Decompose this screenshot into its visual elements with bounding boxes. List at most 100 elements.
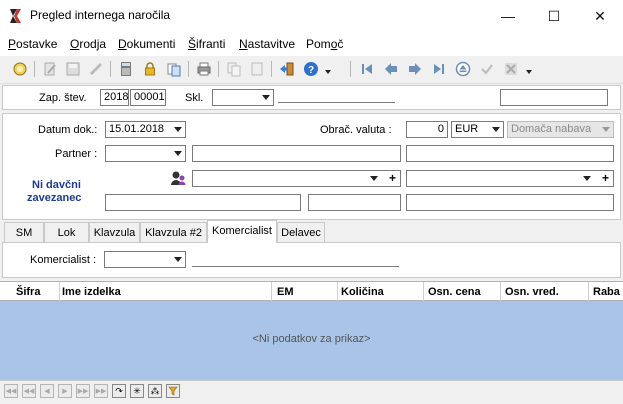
- partner-code-select[interactable]: [105, 145, 186, 162]
- edit-icon[interactable]: [40, 59, 60, 79]
- column-divider[interactable]: [337, 282, 338, 301]
- last-record-icon[interactable]: [429, 59, 449, 79]
- column-divider[interactable]: [423, 282, 424, 301]
- column-divider[interactable]: [59, 282, 60, 301]
- nav-first-icon[interactable]: ◀◀: [4, 384, 18, 398]
- menu-nastavitve[interactable]: Nastavitve: [239, 37, 295, 51]
- column-header-ime-izdelka[interactable]: Ime izdelka: [62, 286, 121, 298]
- column-divider[interactable]: [271, 282, 272, 301]
- nav-refresh-icon[interactable]: ↷: [112, 384, 126, 398]
- minimize-button[interactable]: —: [485, 0, 531, 32]
- menu-sifranti[interactable]: Šifranti: [188, 37, 225, 51]
- tab-klavzula-2[interactable]: Klavzula #2: [140, 222, 207, 242]
- close-icon: ✕: [594, 7, 606, 24]
- komercialist-name-field: [192, 253, 399, 267]
- contact-select-2[interactable]: +: [406, 170, 614, 187]
- toolbar-separator: [110, 61, 111, 77]
- nav-filter-icon[interactable]: [166, 384, 180, 398]
- komercialist-label: Komercialist :: [30, 254, 97, 266]
- column-divider[interactable]: [588, 282, 589, 301]
- title-bar: Pregled internega naročila — ☐ ✕: [0, 0, 623, 32]
- tab-komercialist[interactable]: Komercialist: [207, 220, 277, 243]
- zap-number-field[interactable]: 00001: [130, 89, 166, 106]
- nabava-select[interactable]: Domača nabava: [507, 121, 614, 138]
- toolbar-separator: [218, 61, 219, 77]
- tab-delavec[interactable]: Delavec: [277, 222, 325, 242]
- close-button[interactable]: ✕: [577, 0, 623, 32]
- tab-sm[interactable]: SM: [4, 222, 44, 242]
- column-header-sifra[interactable]: Šifra: [16, 286, 40, 298]
- nav-next-page-icon[interactable]: ▶▶: [76, 384, 90, 398]
- valuta-label: Obrač. valuta :: [320, 124, 392, 136]
- lock-icon[interactable]: [140, 59, 160, 79]
- paste-icon[interactable]: [247, 59, 267, 79]
- chevron-down-icon: [262, 95, 270, 100]
- partner-name-field[interactable]: [192, 145, 401, 162]
- nav-prev-icon[interactable]: ◀: [40, 384, 54, 398]
- menu-orodja[interactable]: Orodja: [70, 37, 106, 51]
- contact-select-1[interactable]: +: [192, 170, 401, 187]
- contacts-icon[interactable]: [170, 170, 188, 186]
- nav-last-icon[interactable]: ▶▶: [94, 384, 108, 398]
- komercialist-select[interactable]: [104, 251, 186, 268]
- partner-label: Partner :: [55, 148, 98, 160]
- column-divider[interactable]: [500, 282, 501, 301]
- maximize-button[interactable]: ☐: [531, 0, 577, 32]
- zap-year-field[interactable]: 2018: [100, 89, 129, 106]
- toolbar-separator: [34, 61, 35, 77]
- first-record-icon[interactable]: [357, 59, 377, 79]
- nav-insert-icon[interactable]: ✳: [130, 384, 144, 398]
- help-dropdown-icon[interactable]: [325, 70, 331, 74]
- print-icon[interactable]: [194, 59, 214, 79]
- calculator-icon[interactable]: [116, 59, 136, 79]
- add-icon[interactable]: +: [389, 171, 396, 185]
- toolbar-separator: [271, 61, 272, 77]
- city-field[interactable]: [406, 194, 614, 211]
- toolbar: ?: [0, 56, 623, 84]
- previous-record-icon[interactable]: [381, 59, 401, 79]
- davcni-status-line2: zavezanec: [27, 192, 82, 204]
- davcni-status-line1: Ni davčni: [32, 179, 81, 191]
- eject-icon[interactable]: [453, 59, 473, 79]
- copy-icon[interactable]: [224, 59, 244, 79]
- save-icon[interactable]: [63, 59, 83, 79]
- column-header-osn-vred[interactable]: Osn. vred.: [505, 286, 559, 298]
- post-field[interactable]: [308, 194, 401, 211]
- more-dropdown-icon[interactable]: [526, 70, 532, 74]
- menu-dokumenti[interactable]: Dokumenti: [118, 37, 175, 51]
- skl-select[interactable]: [212, 89, 274, 106]
- toolbar-separator: [350, 61, 351, 77]
- datum-picker[interactable]: 15.01.2018: [105, 121, 186, 138]
- exit-icon[interactable]: [277, 59, 297, 79]
- add-icon[interactable]: +: [602, 171, 609, 185]
- chevron-down-icon: [492, 127, 500, 132]
- nav-select-icon[interactable]: ⁂: [148, 384, 162, 398]
- address-field[interactable]: [105, 194, 301, 211]
- header-right-field[interactable]: [500, 89, 608, 106]
- grid-navigator: ◀◀ ◀◀ ◀ ▶ ▶▶ ▶▶ ↷ ✳ ⁂: [0, 380, 623, 404]
- cancel-icon[interactable]: [501, 59, 521, 79]
- next-record-icon[interactable]: [405, 59, 425, 79]
- valuta-rate-field[interactable]: 0: [406, 121, 448, 138]
- documents-icon[interactable]: [164, 59, 184, 79]
- tab-klavzula[interactable]: Klavzula: [89, 222, 140, 242]
- valuta-code-select[interactable]: EUR: [451, 121, 504, 138]
- tab-lok[interactable]: Lok: [44, 222, 89, 242]
- chevron-down-icon: [583, 176, 591, 181]
- wizard-icon[interactable]: [10, 59, 30, 79]
- toolbar-separator: [188, 61, 189, 77]
- menu-postavke[interactable]: Postavke: [8, 37, 57, 51]
- column-header-em[interactable]: EM: [277, 286, 294, 298]
- window-title: Pregled internega naročila: [30, 8, 171, 22]
- help-icon[interactable]: ?: [301, 59, 321, 79]
- eraser-icon[interactable]: [86, 59, 106, 79]
- nav-next-icon[interactable]: ▶: [58, 384, 72, 398]
- column-header-raba[interactable]: Raba: [593, 286, 620, 298]
- partner-extra-field[interactable]: [406, 145, 614, 162]
- nav-prev-page-icon[interactable]: ◀◀: [22, 384, 36, 398]
- column-header-osn-cena[interactable]: Osn. cena: [428, 286, 481, 298]
- chevron-down-icon: [370, 176, 378, 181]
- menu-pomoc[interactable]: Pomoč: [306, 37, 343, 51]
- column-header-kolicina[interactable]: Količina: [341, 286, 384, 298]
- confirm-icon[interactable]: [477, 59, 497, 79]
